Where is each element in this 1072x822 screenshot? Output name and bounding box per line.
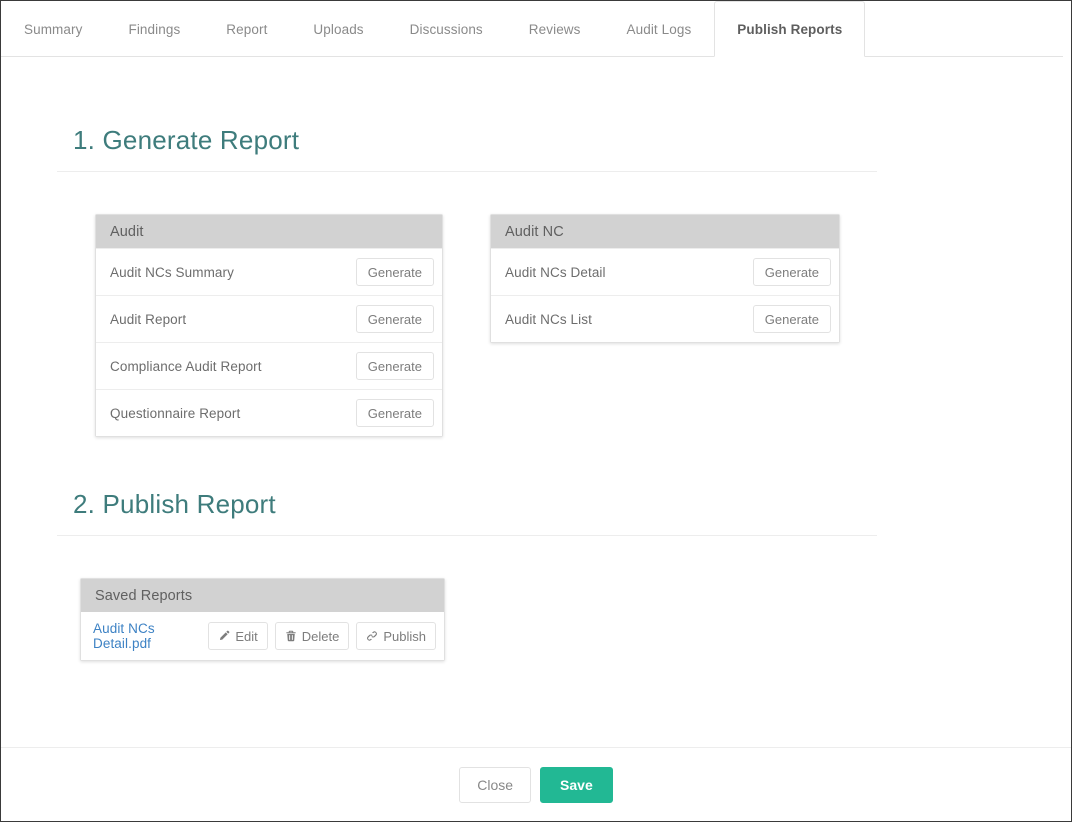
- tab-audit-logs[interactable]: Audit Logs: [604, 2, 715, 57]
- publish-report-label: Publish: [383, 628, 426, 644]
- audit-row-nc-summary: Audit NCs Summary Generate: [96, 248, 442, 295]
- tab-reviews[interactable]: Reviews: [506, 2, 604, 57]
- publish-reports-page: Summary Findings Report Uploads Discussi…: [0, 0, 1072, 822]
- audit-panel: Audit Audit NCs Summary Generate Audit R…: [95, 214, 443, 437]
- page-content: 1. Generate Report Audit Audit NCs Summa…: [1, 57, 1071, 747]
- tab-label: Audit Logs: [626, 22, 692, 37]
- row-label: Audit Report: [110, 311, 187, 327]
- delete-report-label: Delete: [301, 628, 340, 644]
- generate-audit-ncs-list-button[interactable]: Generate: [752, 305, 831, 333]
- save-button[interactable]: Save: [540, 766, 613, 803]
- saved-report-row: Audit NCs Detail.pdf Edit Delete Publish: [81, 612, 444, 660]
- tab-report[interactable]: Report: [203, 2, 290, 57]
- publish-report-divider: [57, 535, 877, 536]
- audit-row-questionnaire: Questionnaire Report Generate: [96, 389, 442, 436]
- saved-reports-panel-header: Saved Reports: [81, 579, 444, 612]
- publish-report-title: 2. Publish Report: [73, 489, 276, 519]
- tab-label: Uploads: [313, 22, 364, 37]
- tab-publish-reports[interactable]: Publish Reports: [714, 1, 866, 57]
- audit-panel-header: Audit: [96, 215, 442, 248]
- trash-icon: [285, 630, 297, 642]
- tab-label: Publish Reports: [737, 21, 843, 37]
- tab-label: Summary: [24, 22, 83, 37]
- tab-label: Report: [226, 22, 268, 37]
- generate-audit-ncs-detail-button[interactable]: Generate: [752, 258, 831, 286]
- audit-nc-row-detail: Audit NCs Detail Generate: [491, 248, 839, 295]
- audit-nc-panel: Audit NC Audit NCs Detail Generate Audit…: [490, 214, 840, 343]
- tab-bar: Summary Findings Report Uploads Discussi…: [1, 1, 1063, 57]
- audit-nc-row-list: Audit NCs List Generate: [491, 295, 839, 342]
- tab-uploads[interactable]: Uploads: [290, 2, 386, 57]
- audit-row-report: Audit Report Generate: [96, 295, 442, 342]
- generate-report-title: 1. Generate Report: [73, 125, 300, 155]
- saved-reports-panel: Saved Reports Audit NCs Detail.pdf Edit: [80, 578, 445, 661]
- audit-row-compliance: Compliance Audit Report Generate: [96, 342, 442, 389]
- generate-compliance-audit-report-button[interactable]: Generate: [355, 352, 434, 380]
- edit-report-label: Edit: [235, 628, 258, 644]
- row-label: Audit NCs Detail: [505, 264, 606, 280]
- saved-report-file-link[interactable]: Audit NCs Detail.pdf: [93, 621, 194, 651]
- generate-report-divider: [57, 171, 877, 172]
- close-button[interactable]: Close: [459, 766, 532, 803]
- tab-label: Reviews: [528, 22, 581, 37]
- edit-report-button[interactable]: Edit: [208, 622, 268, 650]
- tab-discussions[interactable]: Discussions: [387, 2, 506, 57]
- tab-label: Findings: [128, 22, 181, 37]
- tab-summary[interactable]: Summary: [1, 2, 105, 57]
- audit-nc-panel-header: Audit NC: [491, 215, 839, 248]
- row-label: Audit NCs List: [505, 311, 592, 327]
- tab-findings[interactable]: Findings: [105, 2, 203, 57]
- row-label: Questionnaire Report: [110, 405, 241, 421]
- generate-audit-report-button[interactable]: Generate: [355, 305, 434, 333]
- tab-label: Discussions: [409, 22, 483, 37]
- link-icon: [366, 630, 378, 642]
- delete-report-button[interactable]: Delete: [274, 622, 350, 650]
- publish-report-button[interactable]: Publish: [356, 622, 436, 650]
- generate-audit-ncs-summary-button[interactable]: Generate: [355, 258, 434, 286]
- row-label: Compliance Audit Report: [110, 358, 262, 374]
- generate-questionnaire-report-button[interactable]: Generate: [355, 399, 434, 427]
- saved-report-actions: Edit Delete Publish: [208, 622, 436, 650]
- row-label: Audit NCs Summary: [110, 264, 234, 280]
- footer-actions: Close Save: [1, 748, 1071, 821]
- pencil-icon: [218, 630, 230, 642]
